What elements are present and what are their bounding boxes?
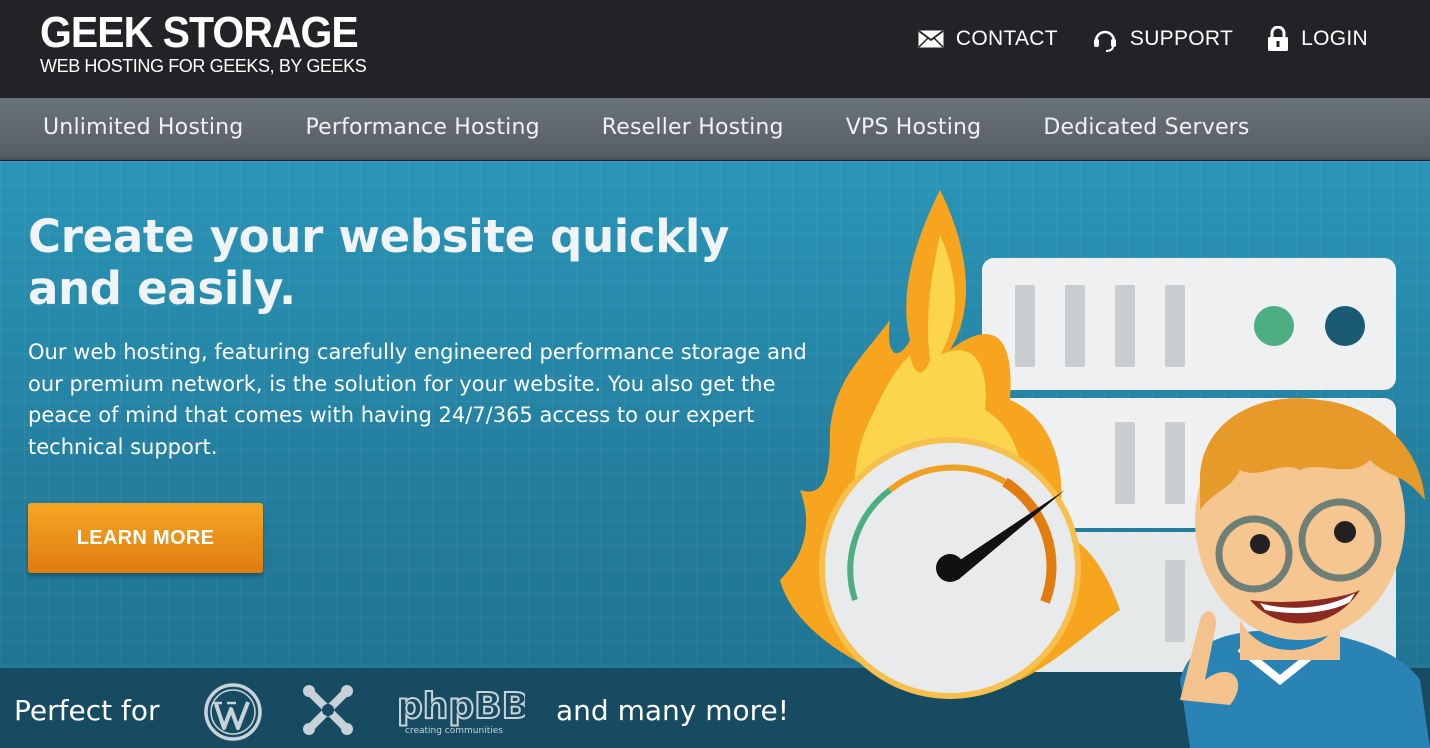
header-links: CONTACT SUPPORT LOGIN <box>918 26 1368 52</box>
contact-label: CONTACT <box>955 27 1058 50</box>
learn-more-button[interactable]: LEARN MORE <box>28 503 263 573</box>
hero-banner: Create your website quickly and easily. … <box>0 161 1430 668</box>
nav-item-vps-hosting[interactable]: VPS Hosting <box>846 115 982 140</box>
login-link[interactable]: LOGIN <box>1267 26 1368 52</box>
login-label: LOGIN <box>1301 27 1368 50</box>
nav-item-reseller-hosting[interactable]: Reseller Hosting <box>602 115 784 140</box>
nav-item-dedicated-servers[interactable]: Dedicated Servers <box>1043 115 1249 140</box>
perfect-for-strip: Perfect for phpBB creating communities a… <box>0 668 1430 748</box>
hero-headline: Create your website quickly and easily. <box>28 210 730 315</box>
and-many-more-label: and many more! <box>556 694 789 727</box>
wordpress-logo-icon <box>204 683 262 741</box>
hero-description: Our web hosting, featuring carefully eng… <box>28 340 807 459</box>
headset-icon <box>1093 30 1116 52</box>
lock-icon <box>1268 26 1289 51</box>
main-nav: Unlimited Hosting Performance Hosting Re… <box>0 98 1430 160</box>
logo-title: GEEK STORAGE <box>40 8 359 57</box>
nav-item-unlimited-hosting[interactable]: Unlimited Hosting <box>43 115 243 140</box>
support-label: SUPPORT <box>1129 27 1234 50</box>
contact-link[interactable]: CONTACT <box>918 27 1058 51</box>
logo-tagline: WEB HOSTING FOR GEEKS, BY GEEKS <box>40 56 367 76</box>
envelope-icon <box>918 30 944 48</box>
logo[interactable]: GEEK STORAGE WEB HOSTING FOR GEEKS, BY G… <box>40 8 382 76</box>
nav-item-performance-hosting[interactable]: Performance Hosting <box>305 115 539 140</box>
top-bar: GEEK STORAGE WEB HOSTING FOR GEEKS, BY G… <box>0 0 1430 98</box>
joomla-logo-icon <box>303 685 353 735</box>
phpbb-logo-tagline: creating communities <box>405 726 503 736</box>
page: GEEK STORAGE WEB HOSTING FOR GEEKS, BY G… <box>0 0 1430 748</box>
perfect-for-label: Perfect for <box>14 694 160 727</box>
support-link[interactable]: SUPPORT <box>1092 26 1233 52</box>
phpbb-logo-text: phpBB <box>397 686 525 727</box>
phpbb-logo-icon: phpBB creating communities <box>396 685 525 736</box>
